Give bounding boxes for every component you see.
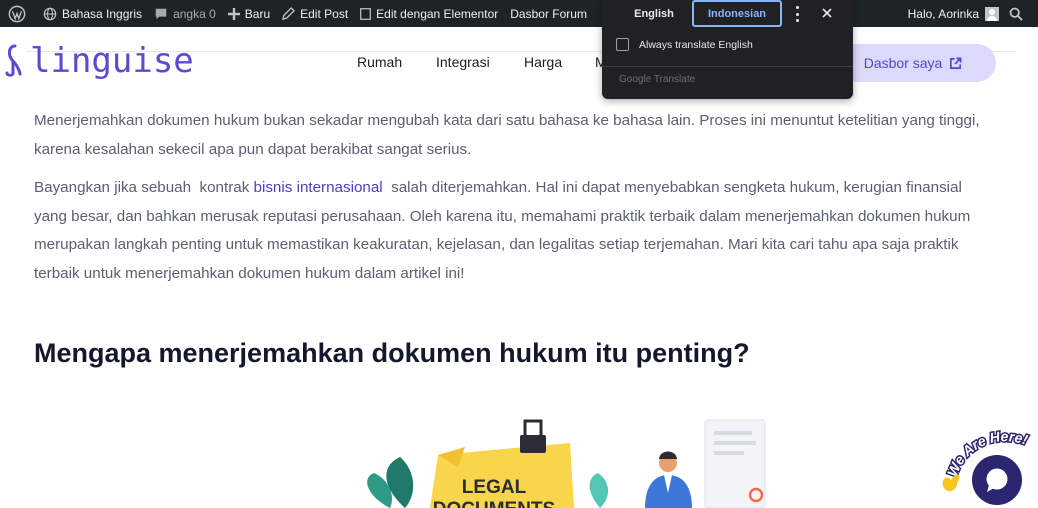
- elementor-icon: [360, 7, 372, 20]
- comments-count: angka 0: [173, 6, 216, 21]
- tab-english[interactable]: English: [616, 0, 692, 27]
- google-translate-brand: Google Translate: [619, 74, 696, 85]
- edit-elementor-link[interactable]: Edit dengan Elementor: [354, 0, 504, 27]
- site-header: linguise Rumah Integrasi Harga M Dasbor …: [0, 27, 1038, 99]
- edit-elementor-label: Edit dengan Elementor: [376, 6, 499, 21]
- binder-clip: [520, 435, 546, 453]
- nav-item-pricing[interactable]: Harga: [524, 54, 562, 70]
- leaf-right: [589, 473, 609, 508]
- section-heading: Mengapa menerjemahkan dokumen hukum itu …: [34, 338, 750, 368]
- language-switcher[interactable]: Bahasa Inggris: [37, 0, 148, 27]
- search-icon: [1009, 7, 1023, 21]
- always-translate-option[interactable]: Always translate English: [616, 38, 753, 51]
- popup-divider: [602, 66, 853, 67]
- edit-post-link[interactable]: Edit Post: [276, 0, 354, 27]
- external-link-icon: [950, 57, 962, 69]
- chat-button[interactable]: [972, 455, 1022, 505]
- user-menu[interactable]: Halo, Aorinka: [902, 0, 1007, 27]
- tab-indonesian[interactable]: Indonesian: [692, 0, 782, 27]
- pencil-icon: [282, 7, 296, 20]
- nav-item-integration[interactable]: Integrasi: [436, 54, 490, 70]
- legal-documents-illustration: LEGAL DOCUMENTS: [360, 415, 810, 508]
- search-button[interactable]: [1007, 0, 1038, 27]
- paragraph-text-before: Bayangkan jika sebuah kontrak: [34, 179, 254, 196]
- waving-hand-icon: [942, 474, 960, 492]
- google-translate-popup: English Indonesian Always translate Engl…: [602, 0, 853, 99]
- globe-icon: [43, 7, 57, 20]
- site-logo[interactable]: linguise: [4, 41, 194, 81]
- forum-label: Dasbor Forum: [510, 6, 587, 21]
- new-label: Baru: [244, 6, 271, 21]
- forum-link[interactable]: Dasbor Forum: [504, 0, 593, 27]
- intro-paragraph: Menerjemahkan dokumen hukum bukan sekada…: [34, 112, 980, 158]
- avatar: [985, 6, 999, 21]
- comments-link[interactable]: angka 0: [148, 0, 222, 27]
- more-options-icon[interactable]: [792, 6, 802, 22]
- chat-bubble-icon: [986, 468, 1008, 492]
- logo-text: linguise: [30, 41, 194, 81]
- wordpress-logo-button[interactable]: [0, 0, 37, 27]
- language-label: Bahasa Inggris: [62, 6, 143, 21]
- new-content-button[interactable]: Baru: [222, 0, 276, 27]
- greeting-label: Halo, Aorinka: [907, 6, 979, 21]
- international-business-link[interactable]: bisnis internasional: [254, 179, 383, 196]
- illustration-text-legal: LEGAL: [462, 477, 527, 498]
- close-icon[interactable]: [818, 4, 836, 22]
- always-translate-checkbox[interactable]: [616, 38, 629, 51]
- edit-post-label: Edit Post: [300, 6, 349, 21]
- illustration-text-documents: DOCUMENTS: [433, 499, 555, 508]
- admin-bar: Bahasa Inggris angka 0 Baru Edit Post Ed…: [0, 0, 1038, 27]
- my-dashboard-button[interactable]: Dasbor saya: [830, 44, 996, 82]
- always-translate-label: Always translate English: [639, 38, 753, 51]
- wordpress-icon: [8, 5, 26, 22]
- nav-item-home[interactable]: Rumah: [357, 54, 402, 70]
- plus-icon: [227, 7, 240, 20]
- article-body: Menerjemahkan dokumen hukum bukan sekada…: [34, 107, 994, 298]
- comment-icon: [155, 8, 167, 19]
- second-paragraph: Bayangkan jika sebuah kontrak bisnis int…: [34, 174, 994, 288]
- dashboard-button-label: Dasbor saya: [863, 55, 943, 71]
- linguise-logo-icon: [5, 44, 22, 77]
